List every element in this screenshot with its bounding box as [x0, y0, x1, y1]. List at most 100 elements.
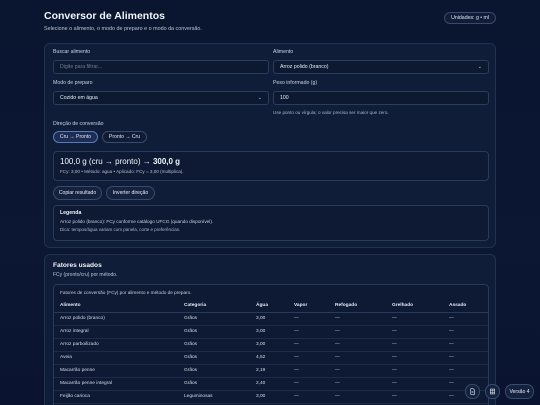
result-box: 100,0 g (cru → pronto) → 300,0 g FCy: 3,… — [53, 151, 489, 181]
legend-text: Arroz polido (branco): FCy conforme catá… — [60, 219, 214, 224]
invert-direction-button[interactable]: Inverter direção — [106, 186, 155, 200]
table-cell: Macarrão penne integral — [54, 377, 178, 391]
table-cell: 4,52 — [250, 351, 288, 365]
table-button[interactable] — [485, 384, 500, 399]
units-badge: Unidades: g • ml — [444, 12, 496, 24]
table-row: Macarrão penne integral Grãos 2,40 — — —… — [54, 377, 488, 391]
table-cell: — — [288, 338, 329, 352]
table-cell: 3,00 — [250, 390, 288, 404]
table-cell: — — [288, 377, 329, 391]
table-cell: Grãos — [178, 351, 250, 365]
factors-table: Alimento Categoria Água Vapor Refogado G… — [54, 299, 488, 404]
table-row: Arroz parboilizado Grãos 3,00 — — — — — [54, 338, 488, 352]
document-icon — [470, 388, 475, 395]
weight-hint: Use ponto ou vírgula; o valor precisa se… — [273, 110, 389, 115]
chevron-down-icon: ⌄ — [257, 95, 262, 101]
legend-title: Legenda — [60, 210, 82, 216]
food-select[interactable]: Arroz polido (branco) ⌄ — [273, 60, 489, 74]
factors-title: Fatores usados — [53, 262, 102, 269]
column-header-steam: Vapor — [288, 299, 329, 313]
legend-box: Legenda Arroz polido (branco): FCy confo… — [53, 205, 489, 241]
weight-label: Peso informado (g) — [273, 80, 318, 86]
food-select-value: Arroz polido (branco) — [280, 64, 329, 70]
page-header: Conversor de Alimentos Selecione o alime… — [44, 10, 496, 32]
table-cell: — — [288, 351, 329, 365]
direction-raw-to-cooked-button[interactable]: Cru → Pronto — [53, 131, 98, 143]
table-cell: — — [329, 325, 386, 339]
table-cell: — — [288, 390, 329, 404]
search-placeholder: Digite para filtrar... — [60, 64, 103, 70]
table-cell: — — [386, 338, 443, 352]
column-header-grilled: Grelhado — [386, 299, 443, 313]
search-input[interactable]: Digite para filtrar... — [53, 60, 269, 74]
column-header-roasted: Assado — [443, 299, 488, 313]
table-row: Aveia Grãos 4,52 — — — — — [54, 351, 488, 365]
table-cell: 2,40 — [250, 377, 288, 391]
mode-select-value: Cozido em água — [60, 95, 98, 101]
table-cell: 3,00 — [250, 338, 288, 352]
direction-cooked-to-raw-button[interactable]: Pronto → Cru — [102, 131, 147, 143]
table-cell: Leguminosas — [178, 390, 250, 404]
table-cell: Arroz polido (branco) — [54, 312, 178, 326]
table-cell: — — [386, 312, 443, 326]
result-prefix: 100,0 g (cru → pronto) → — [60, 157, 153, 166]
table-cell: — — [288, 325, 329, 339]
column-header-food: Alimento — [54, 299, 178, 313]
table-cell: — — [443, 351, 488, 365]
document-button[interactable] — [465, 384, 480, 399]
table-cell: 2,19 — [250, 364, 288, 378]
factors-table-container: Fatores de conversão (FCy) por alimento … — [53, 284, 489, 405]
table-cell: — — [443, 364, 488, 378]
table-cell: — — [443, 312, 488, 326]
factors-subtitle: FCy (pronto/cru) por método. — [53, 272, 118, 278]
table-cell: — — [386, 325, 443, 339]
table-cell: Macarrão penne — [54, 364, 178, 378]
table-row: Feijão carioca Leguminosas 3,00 — — — — — [54, 390, 488, 404]
table-header-row: Alimento Categoria Água Vapor Refogado G… — [54, 299, 488, 313]
chevron-down-icon: ⌄ — [477, 64, 482, 70]
food-label: Alimento — [273, 49, 294, 55]
direction-label: Direção de conversão — [53, 121, 104, 127]
table-cell: — — [386, 351, 443, 365]
page-subtitle: Selecione o alimento, o modo de preparo … — [44, 26, 202, 32]
table-cell: Grãos — [178, 338, 250, 352]
table-caption: Fatores de conversão (FCy) por alimento … — [60, 290, 192, 295]
table-cell: — — [443, 325, 488, 339]
table-cell: — — [329, 377, 386, 391]
weight-value: 100 — [280, 95, 289, 101]
table-cell: — — [386, 390, 443, 404]
version-button[interactable]: Versão 4 — [505, 384, 534, 399]
factors-card: Fatores usados FCy (pronto/cru) por méto… — [44, 254, 496, 405]
table-cell: Aveia — [54, 351, 178, 365]
table-cell: Arroz parboilizado — [54, 338, 178, 352]
table-row: Macarrão penne Grãos 2,19 — — — — — [54, 364, 488, 378]
table-cell: — — [329, 390, 386, 404]
column-header-water: Água — [250, 299, 288, 313]
column-header-sauteed: Refogado — [329, 299, 386, 313]
table-cell: 3,00 — [250, 312, 288, 326]
mode-label: Modo de preparo — [53, 80, 93, 86]
table-cell: 3,00 — [250, 325, 288, 339]
page-title: Conversor de Alimentos — [44, 10, 165, 22]
table-cell: — — [288, 364, 329, 378]
table-cell: — — [329, 364, 386, 378]
result-detail: FCy: 3,00 • Método: agua • Aplicado: FCy… — [60, 169, 184, 174]
result-value: 300,0 g — [152, 157, 181, 166]
copy-result-button[interactable]: Copiar resultado — [53, 186, 102, 200]
table-cell: Grãos — [178, 364, 250, 378]
table-cell: Feijão carioca — [54, 390, 178, 404]
table-cell: — — [329, 312, 386, 326]
table-row: Arroz integral Grãos 3,00 — — — — — [54, 325, 488, 339]
table-cell: Grãos — [178, 377, 250, 391]
table-row: Arroz polido (branco) Grãos 3,00 — — — — — [54, 312, 488, 326]
mode-select[interactable]: Cozido em água ⌄ — [53, 91, 269, 105]
table-cell: Grãos — [178, 312, 250, 326]
weight-input[interactable]: 100 — [273, 91, 489, 105]
table-cell: Grãos — [178, 325, 250, 339]
search-label: Buscar alimento — [53, 49, 91, 55]
table-cell: — — [443, 338, 488, 352]
table-cell: Arroz integral — [54, 325, 178, 339]
table-cell: — — [329, 338, 386, 352]
table-cell: — — [329, 351, 386, 365]
table-cell: — — [386, 364, 443, 378]
